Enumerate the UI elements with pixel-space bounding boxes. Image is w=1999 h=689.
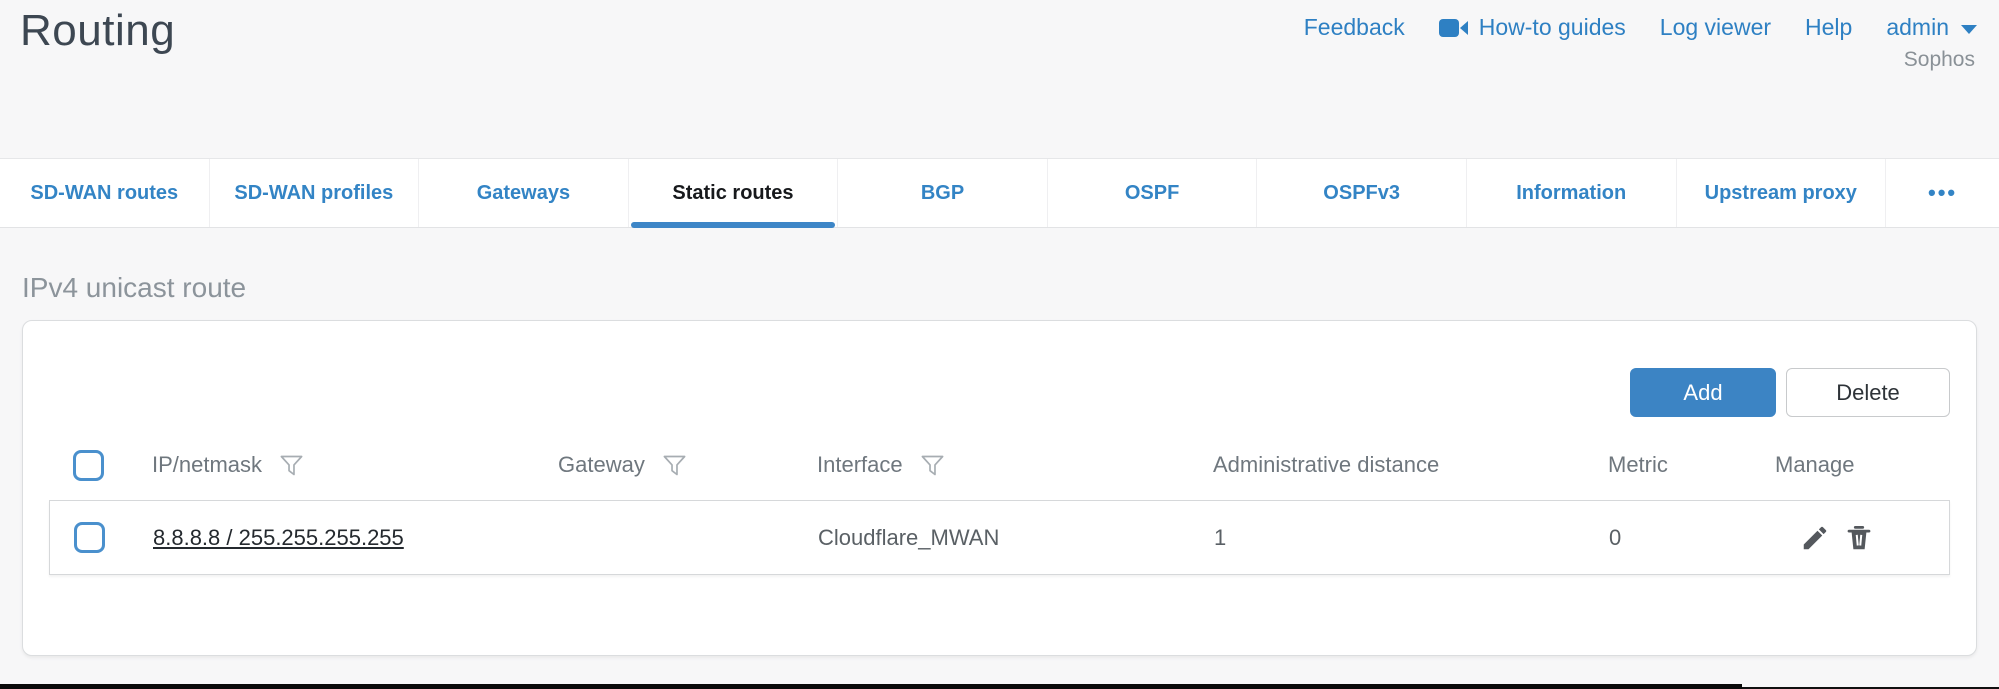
routes-card: Add Delete IP/netmask Gateway	[22, 320, 1977, 656]
feedback-link[interactable]: Feedback	[1304, 14, 1405, 41]
table-row: 8.8.8.8 / 255.255.255.255 Cloudflare_MWA…	[49, 500, 1950, 575]
howto-guides-label: How-to guides	[1479, 14, 1626, 41]
tab-bgp[interactable]: BGP	[837, 159, 1047, 227]
header-manage: Manage	[1775, 452, 1950, 478]
tab-ospf[interactable]: OSPF	[1047, 159, 1257, 227]
admin-menu[interactable]: admin	[1886, 14, 1977, 41]
section-title: IPv4 unicast route	[22, 272, 1977, 304]
cell-ip-netmask: 8.8.8.8 / 255.255.255.255	[143, 525, 559, 551]
top-navigation: Feedback How-to guides Log viewer Help a…	[1304, 14, 1977, 41]
header-metric: Metric	[1608, 452, 1775, 478]
select-all-checkbox[interactable]	[73, 450, 104, 481]
bottom-progress-bar	[0, 684, 1742, 689]
ip-netmask-label: IP/netmask	[152, 452, 262, 478]
tab-gateways[interactable]: Gateways	[418, 159, 628, 227]
cell-manage	[1776, 523, 1949, 553]
tab-ospfv3[interactable]: OSPFv3	[1256, 159, 1466, 227]
admin-distance-label: Administrative distance	[1213, 452, 1439, 478]
filter-icon[interactable]	[919, 452, 946, 479]
help-link[interactable]: Help	[1805, 14, 1852, 41]
admin-label: admin	[1886, 14, 1949, 41]
log-viewer-link[interactable]: Log viewer	[1660, 14, 1771, 41]
main-content: IPv4 unicast route Add Delete IP/netmask…	[0, 272, 1999, 656]
brand-label: Sophos	[1904, 48, 1975, 72]
page-header: Routing Feedback How-to guides Log viewe…	[0, 0, 1999, 158]
caret-down-icon	[1961, 25, 1977, 34]
header-ip-netmask: IP/netmask	[142, 452, 558, 479]
howto-guides-link[interactable]: How-to guides	[1439, 14, 1626, 41]
tab-sdwan-profiles[interactable]: SD-WAN profiles	[209, 159, 419, 227]
page-title: Routing	[20, 6, 175, 56]
add-button[interactable]: Add	[1630, 368, 1776, 417]
row-checkbox-cell	[50, 522, 143, 553]
header-interface: Interface	[817, 452, 1213, 479]
tab-bar: SD-WAN routes SD-WAN profiles Gateways S…	[0, 158, 1999, 228]
delete-button[interactable]: Delete	[1786, 368, 1950, 417]
filter-icon[interactable]	[278, 452, 305, 479]
tabs-overflow-button[interactable]: •••	[1885, 159, 1999, 227]
delete-trash-icon[interactable]	[1844, 523, 1874, 553]
tab-information[interactable]: Information	[1466, 159, 1676, 227]
help-label: Help	[1805, 14, 1852, 41]
metric-label: Metric	[1608, 452, 1668, 478]
header-checkbox-cell	[49, 450, 142, 481]
route-link[interactable]: 8.8.8.8 / 255.255.255.255	[153, 525, 404, 550]
cell-metric: 0	[1609, 525, 1776, 551]
video-camera-icon	[1439, 18, 1469, 38]
log-viewer-label: Log viewer	[1660, 14, 1771, 41]
tab-upstream-proxy[interactable]: Upstream proxy	[1676, 159, 1886, 227]
edit-pencil-icon[interactable]	[1800, 523, 1830, 553]
row-checkbox[interactable]	[74, 522, 105, 553]
header-admin-distance: Administrative distance	[1213, 452, 1608, 478]
filter-icon[interactable]	[661, 452, 688, 479]
tab-sdwan-routes[interactable]: SD-WAN routes	[0, 159, 209, 227]
tab-static-routes[interactable]: Static routes	[628, 159, 838, 227]
manage-label: Manage	[1775, 452, 1855, 478]
header-gateway: Gateway	[558, 452, 817, 479]
cell-admin-distance: 1	[1214, 525, 1609, 551]
cell-interface: Cloudflare_MWAN	[818, 525, 1214, 551]
table-header-row: IP/netmask Gateway Interface	[49, 437, 1950, 493]
feedback-label: Feedback	[1304, 14, 1405, 41]
table-actions: Add Delete	[49, 321, 1950, 417]
gateway-label: Gateway	[558, 452, 645, 478]
interface-label: Interface	[817, 452, 903, 478]
